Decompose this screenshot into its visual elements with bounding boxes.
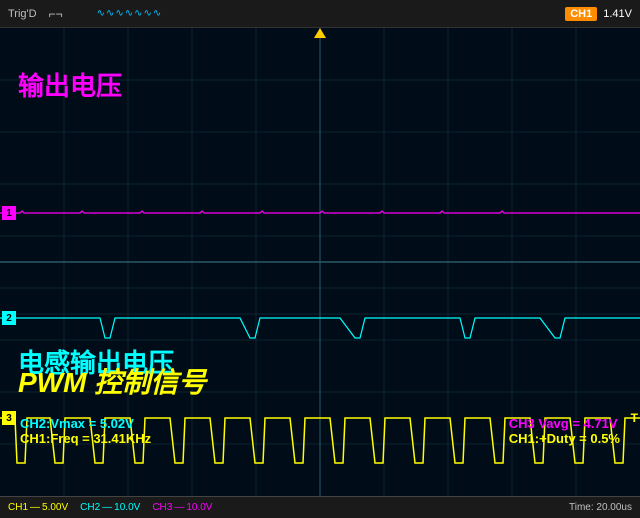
ch3-status-label: CH3 (152, 502, 172, 513)
ch2-status-label: CH2 (80, 502, 100, 513)
bottom-status-bar: CH1 — 5.00V CH2 — 10.0V CH3 — 10.0V Time… (0, 496, 640, 518)
grid (0, 28, 640, 496)
ch3-status: CH3 — 10.0V (152, 502, 212, 513)
trig-wave-icon: ∿∿∿∿∿∿∿ (97, 8, 163, 19)
ch3-dash: — (174, 502, 184, 513)
ch3-status-value: 10.0V (186, 502, 212, 513)
trig-pulse-icon: ⌐¬ (49, 7, 63, 21)
ch2-status-value: 10.0V (114, 502, 140, 513)
ch1-status-label: CH1 (8, 502, 28, 513)
ch1-trig-value: CH1 1.41V (565, 7, 632, 21)
ch2-status: CH2 — 10.0V (80, 502, 140, 513)
waveform-display: 输出电压 电感输出电压 PWM 控制信号 CH2:Vmax = 5.02V CH… (0, 28, 640, 496)
trig-voltage: 1.41V (603, 8, 632, 20)
ch1-badge: CH1 (565, 7, 597, 21)
ch2-dash: — (102, 502, 112, 513)
time-status: Time: 20.00us (569, 502, 632, 513)
top-status-bar: Trig'D ⌐¬ ∿∿∿∿∿∿∿ CH1 1.41V (0, 0, 640, 28)
channel-status-group: CH1 — 5.00V CH2 — 10.0V CH3 — 10.0V (8, 502, 212, 513)
time-value: 20.00us (596, 502, 632, 513)
time-label: Time: (569, 502, 594, 513)
ch1-status-value: 5.00V (42, 502, 68, 513)
ch1-dash: — (30, 502, 40, 513)
oscilloscope-display: Trig'D ⌐¬ ∿∿∿∿∿∿∿ CH1 1.41V (0, 0, 640, 518)
trigger-info: Trig'D ⌐¬ ∿∿∿∿∿∿∿ (8, 7, 162, 21)
ch1-status: CH1 — 5.00V (8, 502, 68, 513)
trig-label: Trig'D (8, 8, 37, 20)
